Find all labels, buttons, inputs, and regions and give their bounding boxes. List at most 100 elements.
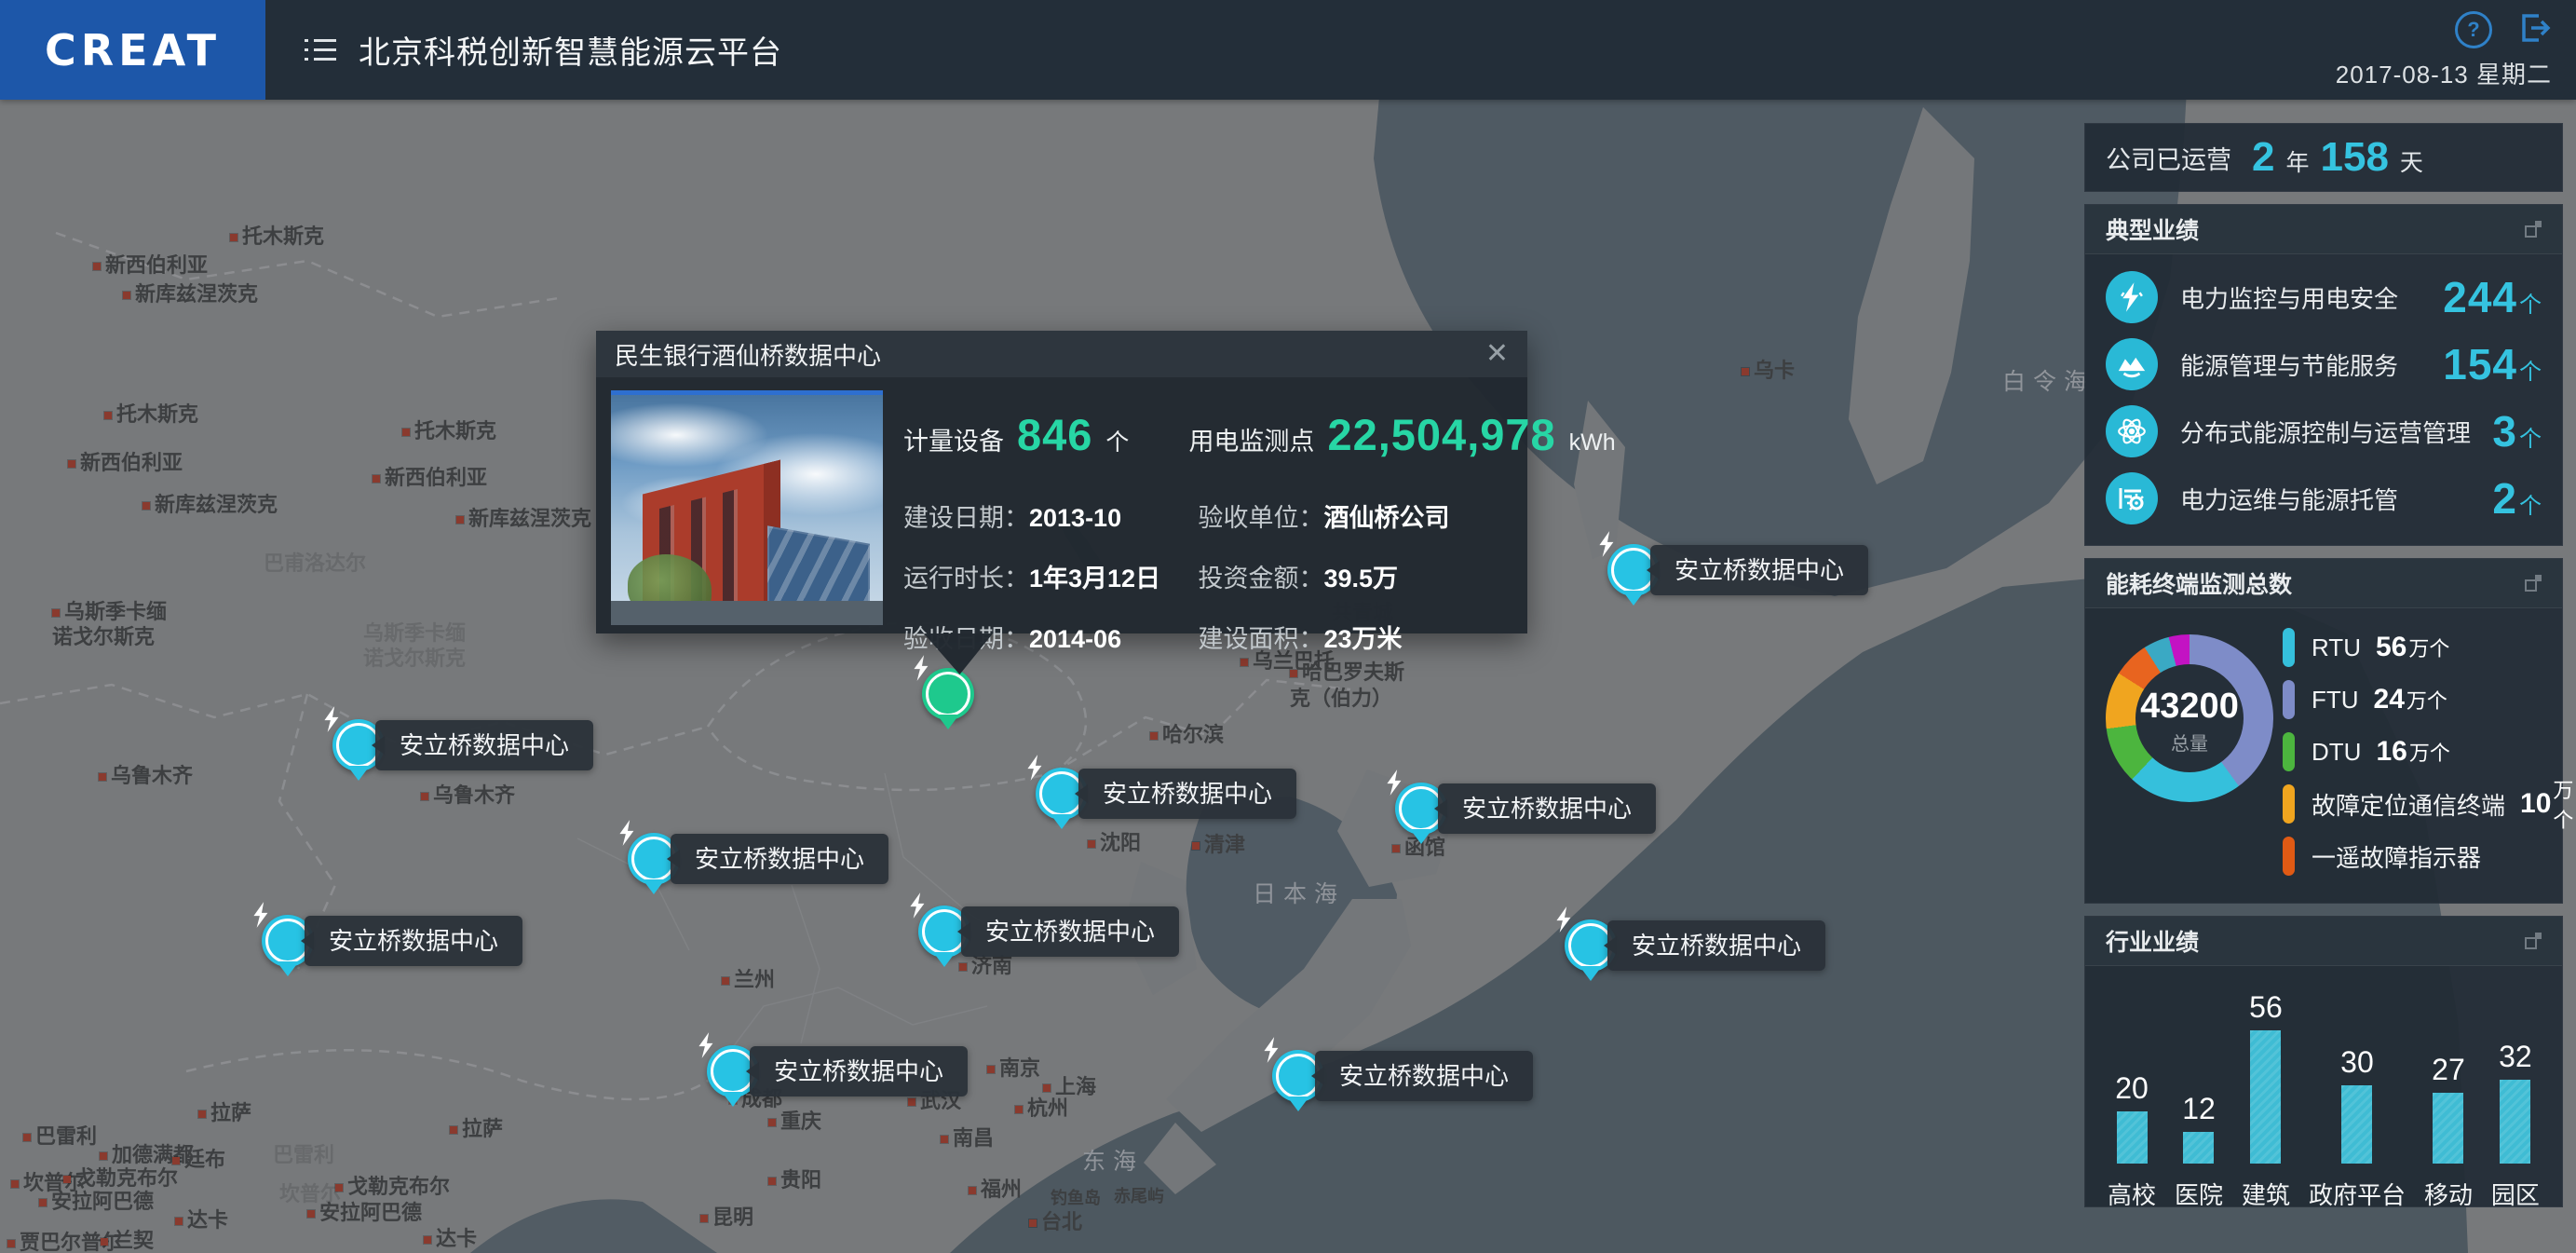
city-dot-icon [99,773,106,781]
city-label: 托木斯克 [230,220,324,250]
typical-item-label: 能源管理与节能服务 [2180,347,2398,382]
expand-icon[interactable] [2525,933,2542,949]
datacenter-marker: 安立桥数据中心 [707,1045,759,1097]
marker-label[interactable]: 安立桥数据中心 [1078,769,1296,819]
city-dot-icon [1088,840,1095,848]
bar-column: 32园区 [2491,990,2540,1206]
city-label: 新库兹涅茨克 [456,502,591,532]
detail-label: 运行时长 [903,565,1029,592]
legend-unit: 万个 [2408,633,2449,662]
city-dot-icon [198,1110,206,1118]
detail-value: 39.5万 [1324,565,1399,592]
bar-value-label: 27 [2432,1053,2465,1087]
bar-column: 56建筑 [2242,990,2290,1206]
legend-unit: 万个 [2407,685,2447,715]
menu-icon[interactable] [305,38,336,62]
terminals-donut-chart: 43200 总量 RTU56万个FTU24万个DTU16万个故障定位通信终端10… [2085,608,2562,903]
stat-value: 22,504,978 [1327,409,1555,460]
right-sidebar: 公司已运营 2 年 158 天 典型业绩 电力监控与用电安全244个能源管理与节… [2084,123,2563,1219]
popup-detail: 投资金额39.5万 [1199,558,1506,594]
sea-name-label: 东海 [1082,1143,1144,1177]
legend-unit: 万个 [2553,774,2573,834]
marker-pin-icon[interactable] [922,668,974,720]
legend-value: 56 [2376,632,2407,663]
operating-days-unit: 天 [2400,144,2423,178]
typical-items: 电力监控与用电安全244个能源管理与节能服务154个分布式能源控制与运营管理3个… [2085,254,2562,545]
legend-row: 故障定位通信终端10万个 [2283,780,2553,828]
detail-label: 建设面积 [1199,625,1324,653]
marker-label[interactable]: 安立桥数据中心 [671,834,888,884]
detail-label: 投资金额 [1199,565,1324,592]
popup-detail: 验收单位酒仙桥公司 [1199,497,1506,534]
city-dot-icon [768,1178,776,1185]
bar [2183,1132,2214,1164]
city-label: 诺戈尔斯克 [363,642,466,672]
typical-item-label: 电力监控与用电安全 [2180,280,2398,315]
marker-label[interactable]: 安立桥数据中心 [375,720,593,770]
popup-detail: 建设日期2013-10 [903,497,1171,534]
brand-logo: CREAT [0,0,265,100]
typical-item-value: 3 [2492,406,2517,456]
detail-value: 2013-10 [1029,504,1121,532]
donut-legend: RTU56万个FTU24万个DTU16万个故障定位通信终端10万个一遥故障指示器 [2283,623,2553,884]
marker-label[interactable]: 安立桥数据中心 [961,906,1179,957]
datacenter-marker: 安立桥数据中心 [1607,544,1660,596]
city-label: 达卡 [424,1222,477,1252]
sea-name-label: 日本海 [1253,876,1345,909]
city-dot-icon [1043,1084,1051,1092]
marker-label[interactable]: 安立桥数据中心 [1650,545,1868,595]
marker-label[interactable]: 安立桥数据中心 [1607,920,1825,971]
city-label: 拉萨 [198,1096,251,1126]
city-dot-icon [52,609,60,617]
legend-label: 一遥故障指示器 [2312,839,2481,874]
city-label: 巴雷利 [273,1138,334,1168]
legend-value: 16 [2376,736,2407,768]
datacenter-photo [611,390,883,625]
city-dot-icon [93,263,101,270]
stat-unit: kWh [1569,429,1616,456]
city-label: 新库兹涅茨克 [142,488,278,518]
detail-value: 1年3月12日 [1029,565,1160,592]
typical-item-unit: 个 [2519,286,2542,319]
sea-name-label: 白令海 [2002,363,2095,397]
bar [2500,1080,2530,1164]
marker-label[interactable]: 安立桥数据中心 [1438,783,1656,834]
bar-column: 27移动 [2424,990,2473,1206]
operating-years-unit: 年 [2285,144,2309,178]
logout-icon[interactable] [2518,12,2552,48]
city-label: 托木斯克 [402,415,496,444]
marker-label[interactable]: 安立桥数据中心 [750,1046,968,1096]
city-label: 兰州 [722,963,775,993]
city-label: 南昌 [941,1122,994,1151]
detail-label: 验收单位 [1199,504,1324,532]
help-icon[interactable]: ? [2455,11,2492,48]
popup-title: 民生银行酒仙桥数据中心 [615,337,881,372]
top-header: CREAT 北京科税创新智慧能源云平台 ? 2017-08-13 星期二 [0,0,2576,100]
city-dot-icon [68,460,75,468]
city-dot-icon [373,475,380,483]
bar-value-label: 12 [2182,1092,2216,1126]
operating-years: 2 [2252,134,2274,181]
popup-header: 民生银行酒仙桥数据中心 ✕ [596,331,1527,377]
bar-column: 12医院 [2175,990,2223,1206]
legend-label: DTU [2312,738,2361,767]
industry-bar-chart: 20高校12医院56建筑30政府平台27移动32园区 [2085,966,2562,1206]
city-dot-icon [335,1184,343,1192]
marker-label[interactable]: 安立桥数据中心 [305,916,522,966]
city-label: 乌卡 [1742,354,1795,384]
city-dot-icon [100,1152,107,1160]
city-dot-icon [104,412,112,419]
legend-color-swatch [2283,837,2295,876]
typical-item-unit: 个 [2519,353,2542,386]
marker-label[interactable]: 安立桥数据中心 [1315,1051,1533,1101]
atom-icon [2106,405,2158,457]
stat-label: 计量设备 [903,421,1004,457]
legend-color-swatch [2283,680,2295,719]
city-label: 新西伯利亚 [373,461,487,491]
typical-item-value: 244 [2443,272,2517,322]
close-icon[interactable]: ✕ [1485,340,1509,368]
expand-icon[interactable] [2525,221,2542,238]
typical-item: 电力监控与用电安全 244个 [2106,264,2542,331]
bar [2117,1111,2148,1164]
expand-icon[interactable] [2525,575,2542,592]
